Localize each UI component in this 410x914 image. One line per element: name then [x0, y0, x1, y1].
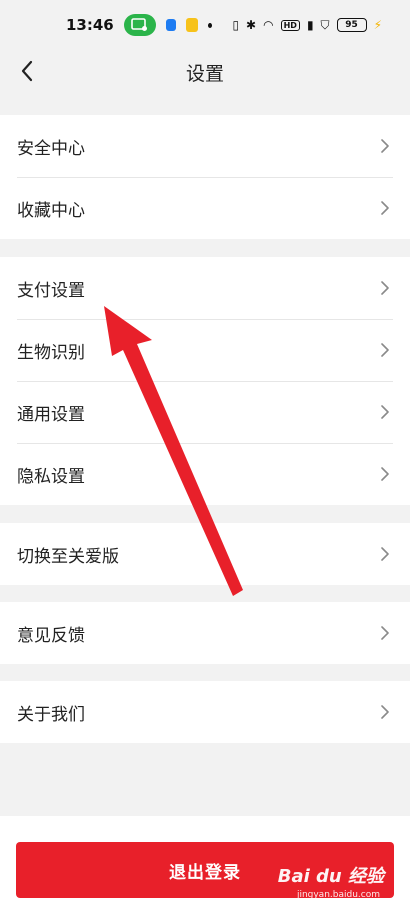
chevron-right-icon	[380, 546, 390, 562]
settings-item-security-center[interactable]: 安全中心	[0, 115, 410, 177]
chevron-right-icon	[380, 200, 390, 216]
chevron-right-icon	[380, 404, 390, 420]
vibrate-icon: ▯	[232, 18, 240, 32]
status-icons: ▯ ✱ ◠ HD ▮ ⛉ 95 ⚡	[232, 18, 382, 32]
app-notification-icon	[186, 18, 199, 32]
shield-icon: ⛉	[320, 18, 330, 32]
chevron-right-icon	[380, 280, 390, 296]
settings-group-account: 安全中心 收藏中心	[0, 115, 410, 239]
battery-icon: 95	[336, 18, 367, 32]
settings-item-switch-care-mode[interactable]: 切换至关爱版	[0, 523, 410, 585]
settings-item-about-us[interactable]: 关于我们	[0, 681, 410, 743]
settings-item-feedback[interactable]: 意见反馈	[0, 602, 410, 664]
settings-item-label: 支付设置	[17, 280, 85, 301]
chevron-right-icon	[380, 704, 390, 720]
settings-item-label: 切换至关爱版	[17, 546, 119, 567]
chevron-right-icon	[380, 466, 390, 482]
settings-item-label: 通用设置	[17, 404, 85, 425]
settings-item-label: 收藏中心	[17, 200, 85, 221]
chevron-right-icon	[380, 625, 390, 641]
settings-item-label: 安全中心	[17, 138, 85, 159]
settings-group-about: 关于我们	[0, 681, 410, 743]
settings-group-care-mode: 切换至关爱版	[0, 523, 410, 585]
signal-icon: ▮	[306, 18, 314, 32]
chevron-left-icon	[21, 60, 33, 82]
settings-group-feedback: 意见反馈	[0, 602, 410, 664]
app-notification-icon	[166, 19, 177, 31]
baidu-watermark: Bai du 经验	[277, 866, 384, 887]
status-bar: 13:46 ▯ ✱ ◠ HD ▮ ⛉ 95 ⚡	[0, 0, 410, 50]
more-notifications-icon	[208, 22, 213, 28]
hd-icon: HD	[280, 19, 300, 31]
chevron-right-icon	[380, 138, 390, 154]
screen-cast-icon	[123, 14, 157, 36]
charging-icon: ⚡	[373, 18, 382, 32]
settings-group-general: 支付设置 生物识别 通用设置 隐私设置	[0, 257, 410, 505]
settings-item-general-settings[interactable]: 通用设置	[0, 381, 410, 443]
settings-item-label: 关于我们	[17, 704, 85, 725]
status-time: 13:46	[66, 16, 114, 34]
chevron-right-icon	[380, 342, 390, 358]
settings-item-label: 意见反馈	[17, 625, 85, 646]
settings-item-privacy-settings[interactable]: 隐私设置	[0, 443, 410, 505]
settings-item-favorites-center[interactable]: 收藏中心	[0, 177, 410, 239]
settings-item-label: 生物识别	[17, 342, 85, 363]
settings-item-payment-settings[interactable]: 支付设置	[0, 257, 410, 319]
page-title: 设置	[185, 62, 224, 85]
back-button[interactable]	[12, 56, 42, 86]
settings-item-label: 隐私设置	[17, 466, 85, 487]
nav-bar: 设置	[0, 50, 410, 94]
watermark-url: jingyan.baidu.com	[296, 890, 380, 900]
settings-item-biometrics[interactable]: 生物识别	[0, 319, 410, 381]
bluetooth-icon: ✱	[246, 18, 257, 32]
wifi-icon: ◠	[263, 18, 274, 32]
